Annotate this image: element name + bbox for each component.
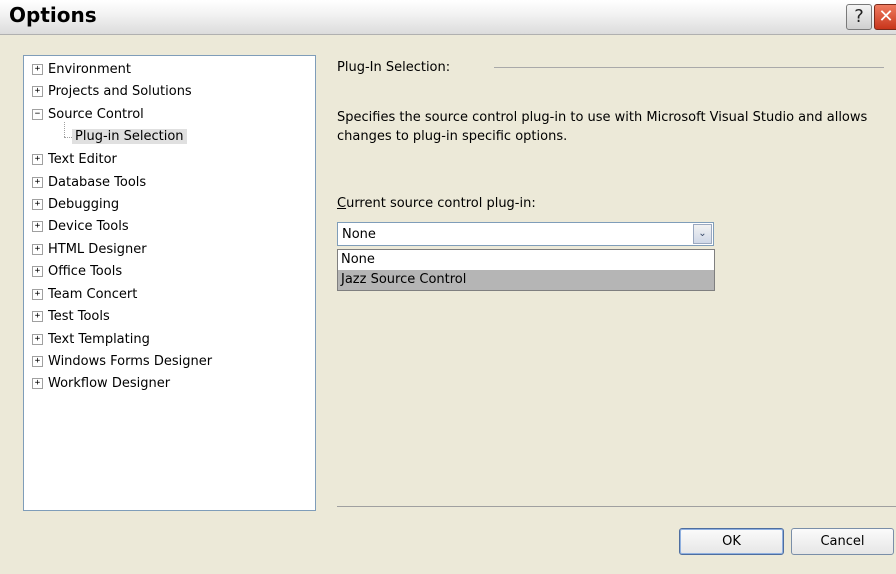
tree-item-label: Device Tools: [48, 218, 129, 234]
cancel-button[interactable]: Cancel: [791, 528, 894, 555]
tree-item-windows-forms-designer[interactable]: + Windows Forms Designer: [32, 350, 212, 372]
tree-item-label: Team Concert: [48, 286, 138, 302]
tree-item-label: Office Tools: [48, 263, 123, 279]
select-current-value: None: [342, 227, 376, 242]
tree-item-label: Debugging: [48, 196, 120, 212]
tree-item-label: Source Control: [48, 106, 144, 122]
tree-item-label: HTML Designer: [48, 241, 147, 257]
tree-item-label: Environment: [48, 61, 132, 77]
tree-item-environment[interactable]: + Environment: [32, 58, 131, 80]
tree-item-label: Workflow Designer: [48, 375, 171, 391]
option-jazz-source-control[interactable]: Jazz Source Control: [338, 270, 714, 290]
tree-item-source-control[interactable]: − Source Control: [32, 103, 144, 125]
access-key: C: [337, 196, 347, 211]
field-label-text: urrent source control plug-in:: [346, 196, 536, 211]
close-button[interactable]: ✕: [874, 4, 896, 30]
tree-item-label: Plug-in Selection: [72, 128, 187, 144]
tree-item-workflow-designer[interactable]: + Workflow Designer: [32, 372, 170, 394]
ok-button[interactable]: OK: [679, 528, 784, 555]
expand-icon[interactable]: +: [32, 85, 43, 97]
tree-item-device-tools[interactable]: + Device Tools: [32, 215, 129, 237]
tree-item-text-editor[interactable]: + Text Editor: [32, 148, 117, 170]
tree-item-test-tools[interactable]: + Test Tools: [32, 305, 110, 327]
section-description: Specifies the source control plug-in to …: [337, 110, 868, 144]
title-bar: Options ? ✕: [0, 0, 896, 35]
tree-item-plugin-selection[interactable]: Plug-in Selection: [72, 125, 187, 147]
expand-icon[interactable]: +: [32, 333, 43, 345]
tree-item-label: Projects and Solutions: [48, 83, 192, 99]
expand-icon[interactable]: +: [32, 220, 43, 232]
tree-item-text-templating[interactable]: + Text Templating: [32, 328, 150, 350]
section-divider: [494, 67, 884, 68]
tree-item-label: Database Tools: [48, 174, 147, 190]
expand-icon[interactable]: +: [32, 377, 43, 389]
tree-item-projects[interactable]: + Projects and Solutions: [32, 80, 192, 102]
expand-icon[interactable]: +: [32, 63, 43, 75]
tree-item-office-tools[interactable]: + Office Tools: [32, 260, 122, 282]
tree-item-database-tools[interactable]: + Database Tools: [32, 171, 146, 193]
collapse-icon[interactable]: −: [32, 108, 43, 120]
option-none[interactable]: None: [338, 250, 714, 270]
footer-divider: [337, 506, 896, 507]
plugin-select[interactable]: None ⌄: [337, 222, 714, 246]
tree-item-label: Text Templating: [48, 331, 150, 347]
expand-icon[interactable]: +: [32, 153, 43, 165]
expand-icon[interactable]: +: [32, 288, 43, 300]
tree-item-label: Text Editor: [48, 151, 117, 167]
tree-item-team-concert[interactable]: + Team Concert: [32, 283, 137, 305]
expand-icon[interactable]: +: [32, 243, 43, 255]
window-title: Options: [9, 3, 97, 27]
chevron-down-icon[interactable]: ⌄: [693, 224, 712, 244]
expand-icon[interactable]: +: [32, 355, 43, 367]
expand-icon[interactable]: +: [32, 265, 43, 277]
options-tree[interactable]: + Environment + Projects and Solutions −…: [23, 55, 316, 511]
tree-item-label: Test Tools: [48, 308, 110, 324]
plugin-dropdown-list[interactable]: None Jazz Source Control: [337, 249, 715, 291]
section-title: Plug-In Selection:: [337, 60, 451, 75]
tree-item-html-designer[interactable]: + HTML Designer: [32, 238, 147, 260]
tree-item-label: Windows Forms Designer: [48, 353, 213, 369]
expand-icon[interactable]: +: [32, 176, 43, 188]
expand-icon[interactable]: +: [32, 310, 43, 322]
expand-icon[interactable]: +: [32, 198, 43, 210]
tree-item-debugging[interactable]: + Debugging: [32, 193, 119, 215]
plugin-field-label: Current source control plug-in:: [337, 196, 536, 211]
help-button[interactable]: ?: [846, 4, 872, 30]
